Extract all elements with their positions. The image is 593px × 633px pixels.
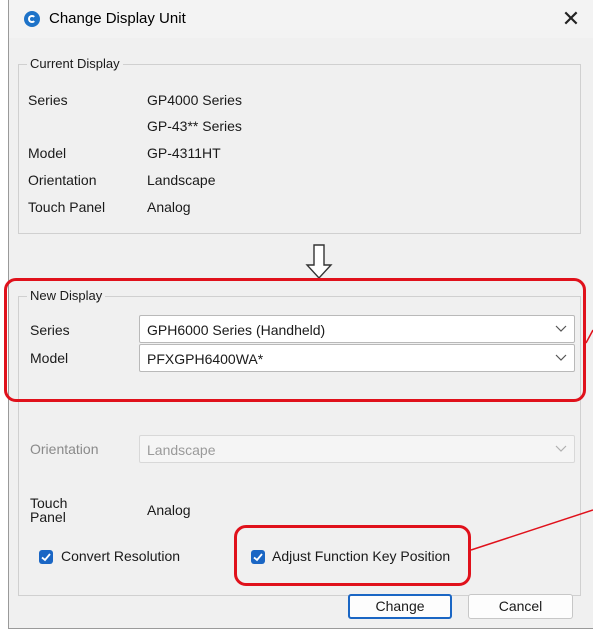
convert-resolution-checkbox[interactable] (39, 550, 53, 564)
current-touch-panel-label: Touch Panel (28, 199, 106, 215)
current-display-legend: Current Display (27, 56, 123, 71)
change-button[interactable]: Change (348, 594, 452, 619)
current-model-label: Model (28, 145, 67, 161)
new-touch-panel-value: Analog (147, 502, 191, 518)
cancel-button[interactable]: Cancel (468, 594, 573, 619)
title-bar: Change Display Unit ✕ (9, 0, 593, 38)
current-series-label: Series (28, 92, 68, 108)
current-orientation-value: Landscape (147, 172, 216, 188)
new-orientation-selected: Landscape (147, 442, 216, 458)
current-model-value: GP-4311HT (147, 145, 221, 161)
current-series-value: GP4000 Series (147, 92, 242, 108)
app-logo-icon (24, 11, 40, 27)
function-key-highlight (234, 525, 471, 586)
close-icon[interactable]: ✕ (556, 4, 586, 34)
chevron-down-icon (555, 445, 567, 452)
new-display-highlight (4, 278, 586, 402)
checkmark-icon (41, 553, 51, 562)
current-orientation-label: Orientation (28, 172, 97, 188)
window-title: Change Display Unit (49, 10, 186, 27)
new-touch-label-line1: Touch (30, 495, 68, 511)
current-touch-panel-value: Analog (147, 199, 191, 215)
new-orientation-dropdown: Landscape (139, 435, 575, 463)
new-orientation-label: Orientation (30, 441, 99, 457)
convert-resolution-label[interactable]: Convert Resolution (61, 548, 180, 564)
arrow-down-icon (305, 244, 333, 280)
new-touch-label-line2: Panel (30, 509, 66, 525)
current-series-subvalue: GP-43** Series (147, 118, 242, 134)
